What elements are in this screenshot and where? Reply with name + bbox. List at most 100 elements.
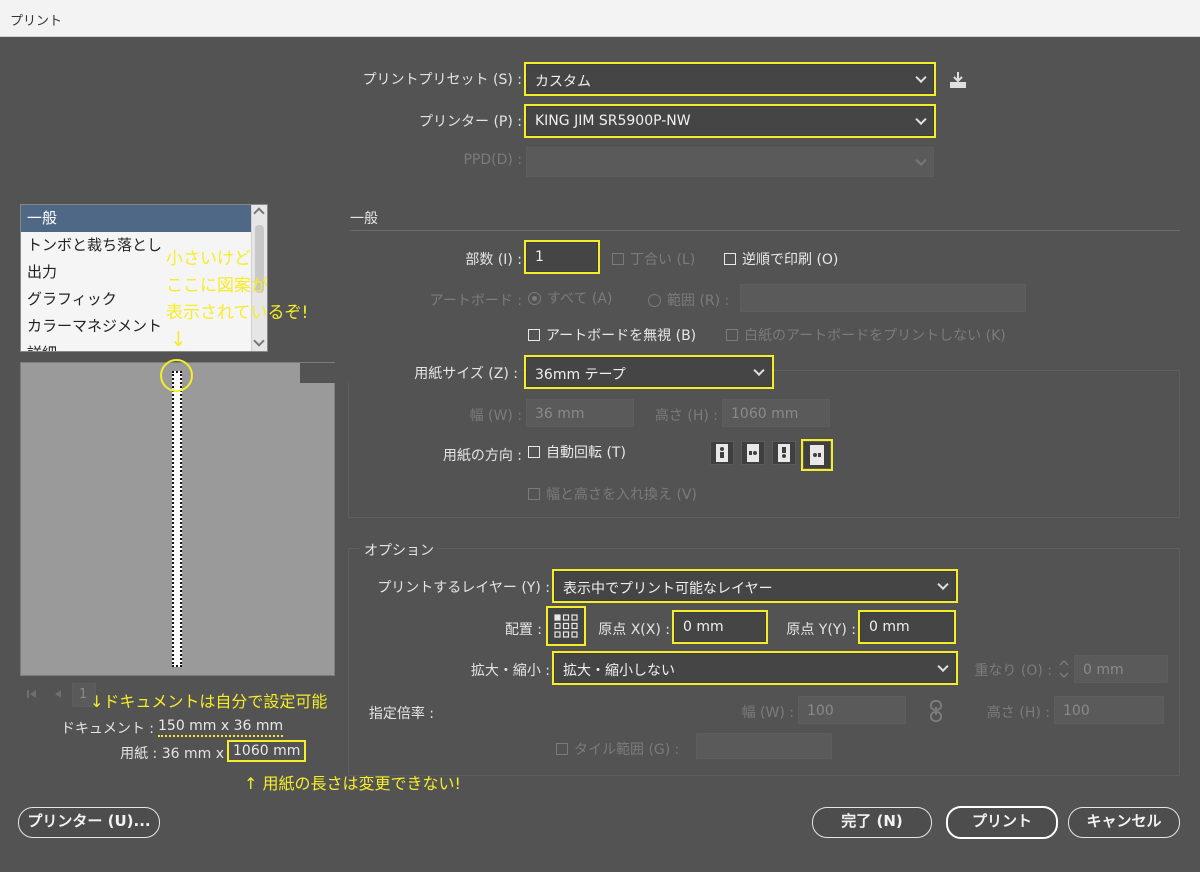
ppd-label: PPD(D) : bbox=[463, 152, 522, 168]
origin-y-input[interactable]: 0 mm bbox=[858, 610, 956, 644]
done-button[interactable]: 完了 (N) bbox=[812, 807, 932, 838]
printer-setup-button[interactable]: プリンター (U)... bbox=[18, 807, 160, 838]
category-item-advanced[interactable]: 詳細 bbox=[21, 340, 267, 351]
paper-width-input[interactable]: 36 mm bbox=[526, 399, 634, 427]
scale-height-input[interactable]: 100 bbox=[1054, 696, 1164, 724]
first-page-icon[interactable] bbox=[26, 688, 38, 700]
origin-y-label: 原点 Y(Y) : bbox=[786, 622, 856, 638]
swap-dimensions-label: 幅と高さを入れ換え (V) bbox=[546, 487, 697, 503]
category-item-general[interactable]: 一般 bbox=[21, 205, 267, 232]
reverse-landscape-icon bbox=[810, 445, 824, 465]
radio-icon bbox=[528, 292, 541, 305]
ignore-artboards-label: アートボードを無視 (B) bbox=[546, 328, 697, 344]
document-size-value: 150 mm x 36 mm bbox=[158, 718, 284, 737]
copies-label: 部数 (I) : bbox=[465, 252, 522, 268]
print-preview[interactable] bbox=[20, 362, 335, 676]
printer-value: KING JIM SR5900P-NW bbox=[535, 113, 691, 129]
copies-input[interactable]: 1 bbox=[524, 240, 600, 274]
preset-label: プリントプリセット (S) : bbox=[362, 72, 522, 88]
placement-grid-button[interactable] bbox=[546, 606, 586, 646]
paper-width-label: 幅 (W) : bbox=[469, 408, 522, 424]
overlap-input[interactable]: 0 mm bbox=[1074, 655, 1168, 683]
divider bbox=[350, 230, 1180, 231]
printer-label: プリンター (P) : bbox=[419, 114, 522, 130]
cancel-button[interactable]: キャンセル bbox=[1068, 807, 1180, 838]
landscape-icon bbox=[747, 444, 759, 462]
reverse-order-label: 逆順で印刷 (O) bbox=[742, 252, 839, 268]
checkbox-icon bbox=[528, 488, 540, 500]
paper-height-input[interactable]: 1060 mm bbox=[722, 399, 830, 427]
printer-select[interactable]: KING JIM SR5900P-NW bbox=[524, 104, 936, 138]
window-titlebar: プリント bbox=[0, 0, 1200, 37]
annotation-note-2: ↓ドキュメントは自分で設定可能 bbox=[90, 692, 328, 711]
preset-value: カスタム bbox=[535, 74, 591, 90]
swap-dimensions-checkbox[interactable]: 幅と高さを入れ換え (V) bbox=[528, 484, 697, 504]
save-preset-icon[interactable] bbox=[948, 70, 968, 90]
artboard-range-input[interactable] bbox=[740, 284, 1026, 312]
reference-point-icon bbox=[554, 614, 578, 638]
checkbox-icon bbox=[556, 743, 568, 755]
portrait-icon bbox=[716, 444, 728, 462]
reverse-portrait-icon bbox=[778, 444, 790, 462]
orientation-portrait-button[interactable] bbox=[710, 441, 734, 465]
orientation-reverse-portrait-button[interactable] bbox=[772, 441, 796, 465]
custom-scale-label: 指定倍率 : bbox=[368, 706, 434, 722]
paper-size-select-value: 36mm テープ bbox=[535, 367, 626, 383]
origin-x-label: 原点 X(X) : bbox=[598, 622, 670, 638]
artboard-range-label: 範囲 (R) : bbox=[667, 293, 730, 309]
collate-label: 丁合い (L) bbox=[630, 252, 696, 268]
document-size-label: ドキュメント : bbox=[60, 721, 154, 737]
annotation-arrow-down: ↓ bbox=[170, 327, 187, 351]
radio-icon bbox=[648, 294, 661, 307]
print-button[interactable]: プリント bbox=[946, 806, 1058, 839]
collate-checkbox[interactable]: 丁合い (L) bbox=[612, 249, 695, 269]
layers-select[interactable]: 表示中でプリント可能なレイヤー bbox=[552, 569, 958, 603]
scale-select[interactable]: 拡大・縮小しない bbox=[552, 651, 958, 685]
auto-rotate-label: 自動回転 (T) bbox=[546, 445, 626, 461]
auto-rotate-checkbox[interactable]: 自動回転 (T) bbox=[528, 442, 626, 462]
ppd-select[interactable] bbox=[526, 147, 934, 177]
placement-label: 配置 : bbox=[504, 622, 542, 638]
chevron-down-icon bbox=[915, 154, 927, 167]
checkbox-icon bbox=[528, 446, 540, 458]
artboard-all-radio[interactable]: すべて (A) bbox=[528, 288, 612, 308]
scale-value: 拡大・縮小しない bbox=[563, 663, 675, 679]
ignore-artboards-checkbox[interactable]: アートボードを無視 (B) bbox=[528, 325, 696, 345]
paper-size-value: 1060 mm bbox=[227, 740, 307, 762]
general-heading: 一般 bbox=[350, 211, 378, 227]
scroll-up-icon[interactable] bbox=[253, 207, 265, 219]
origin-x-input[interactable]: 0 mm bbox=[672, 610, 768, 644]
scale-height-label: 高さ (H) : bbox=[986, 705, 1050, 721]
paper-size-select[interactable]: 36mm テープ bbox=[524, 355, 774, 389]
annotation-note-1-line3: 表示されているぞ! bbox=[166, 303, 309, 323]
paper-size-field-label: 用紙サイズ (Z) : bbox=[300, 363, 522, 383]
artboard-range-radio[interactable]: 範囲 (R) : bbox=[648, 290, 729, 310]
link-icon[interactable] bbox=[924, 698, 948, 724]
checkbox-icon bbox=[726, 329, 738, 341]
skip-blank-checkbox[interactable]: 白紙のアートボードをプリントしない (K) bbox=[726, 325, 1006, 345]
chevron-down-icon bbox=[937, 660, 949, 673]
overlap-stepper[interactable] bbox=[1056, 655, 1072, 683]
artboard-all-label: すべて (A) bbox=[547, 291, 613, 307]
scale-width-input[interactable]: 100 bbox=[798, 696, 906, 724]
layers-label: プリントするレイヤー (Y) : bbox=[377, 580, 550, 596]
scroll-down-icon[interactable] bbox=[253, 335, 265, 347]
checkbox-icon bbox=[724, 253, 736, 265]
orientation-landscape-button[interactable] bbox=[741, 441, 765, 465]
prev-page-icon[interactable] bbox=[52, 688, 64, 700]
chevron-down-icon bbox=[915, 71, 927, 84]
options-heading: オプション bbox=[360, 540, 438, 560]
scale-label: 拡大・縮小 : bbox=[470, 663, 550, 679]
orientation-label: 用紙の方向 : bbox=[442, 448, 522, 464]
tile-range-checkbox[interactable]: タイル範囲 (G) : bbox=[556, 739, 679, 759]
annotation-note-1-line2: ここに図案が bbox=[166, 276, 268, 296]
chevron-down-icon bbox=[753, 364, 765, 377]
orientation-reverse-landscape-button[interactable] bbox=[801, 439, 833, 471]
artboard-label: アートボード : bbox=[429, 293, 522, 309]
checkbox-icon bbox=[612, 253, 624, 265]
tile-range-input[interactable] bbox=[696, 733, 832, 759]
preset-select[interactable]: カスタム bbox=[524, 62, 936, 96]
tape-preview bbox=[172, 371, 182, 667]
annotation-note-1-line1: 小さいけど bbox=[166, 249, 251, 269]
reverse-order-checkbox[interactable]: 逆順で印刷 (O) bbox=[724, 249, 838, 269]
